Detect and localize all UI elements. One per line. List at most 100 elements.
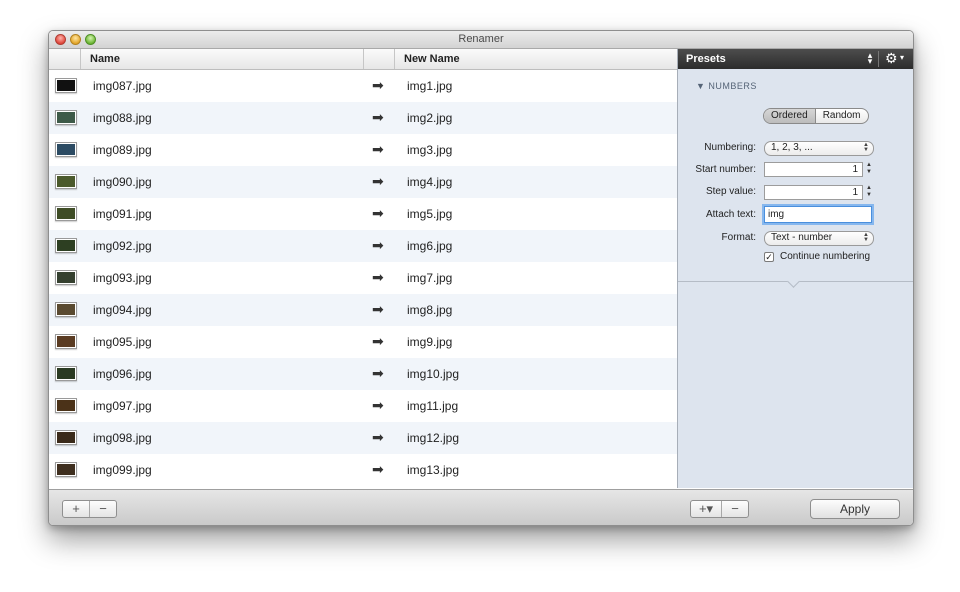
updown-icon: ▲ ▼ (863, 142, 869, 153)
column-header-new-name[interactable]: New Name (404, 53, 460, 65)
segment-ordered[interactable]: Ordered (764, 109, 816, 123)
thumbnail-image (55, 302, 77, 317)
thumbnail-image (55, 430, 77, 445)
thumbnail-fill (57, 208, 75, 219)
thumbnail-image (55, 398, 77, 413)
table-row[interactable]: img092.jpg ➡ img6.jpg (49, 230, 677, 262)
table-row[interactable]: img089.jpg ➡ img3.jpg (49, 134, 677, 166)
remove-files-button[interactable]: − (89, 501, 116, 517)
thumbnail-image (55, 366, 77, 381)
arrow-right-icon: ➡ (372, 301, 384, 317)
file-name: img087.jpg (93, 79, 152, 93)
gear-icon[interactable]: ⚙ (885, 50, 898, 67)
thumbnail-fill (57, 144, 75, 155)
file-list-pane: Name New Name img087.jpg ➡ img1.jpg img088.… (49, 49, 677, 488)
step-value-label: Step value: (705, 186, 756, 197)
table-row[interactable]: img096.jpg ➡ img10.jpg (49, 358, 677, 390)
new-file-name: img1.jpg (407, 79, 453, 93)
add-rule-menu-button[interactable]: +▾ (691, 501, 721, 517)
step-value-field[interactable]: 1 (764, 185, 863, 200)
thumbnail-fill (57, 272, 75, 283)
file-table: img087.jpg ➡ img1.jpg img088.jpg ➡ img2.jpg im… (49, 70, 677, 486)
new-file-name: img9.jpg (407, 335, 453, 349)
table-row[interactable]: img099.jpg ➡ img13.jpg (49, 454, 677, 486)
arrow-right-icon: ➡ (372, 237, 384, 253)
continue-numbering-checkbox[interactable]: ✓ (764, 252, 774, 262)
presets-bar: Presets ▴ ▾ ⚙ ▾ (678, 49, 913, 69)
format-label: Format: (721, 232, 756, 243)
table-row[interactable]: img093.jpg ➡ img7.jpg (49, 262, 677, 294)
table-row[interactable]: img095.jpg ➡ img9.jpg (49, 326, 677, 358)
format-popup[interactable]: Text - number ▲ ▼ (764, 231, 874, 246)
arrow-right-icon: ➡ (372, 429, 384, 445)
thumbnail-image (55, 206, 77, 221)
file-name: img094.jpg (93, 303, 152, 317)
arrow-right-icon: ➡ (372, 365, 384, 381)
file-name: img095.jpg (93, 335, 152, 349)
table-row[interactable]: img098.jpg ➡ img12.jpg (49, 422, 677, 454)
section-numbers-disclosure[interactable]: ▼ NUMBERS (696, 81, 757, 91)
table-row[interactable]: img088.jpg ➡ img2.jpg (49, 102, 677, 134)
thumbnail-fill (57, 432, 75, 443)
thumbnail-fill (57, 112, 75, 123)
file-name: img093.jpg (93, 271, 152, 285)
divider-notch (787, 275, 800, 288)
new-file-name: img4.jpg (407, 175, 453, 189)
table-row[interactable]: img094.jpg ➡ img8.jpg (49, 294, 677, 326)
table-row[interactable]: img091.jpg ➡ img5.jpg (49, 198, 677, 230)
mode-segmented-control[interactable]: Ordered Random (763, 108, 869, 124)
numbering-popup[interactable]: 1, 2, 3, ... ▲ ▼ (764, 141, 874, 156)
presets-popup[interactable]: Presets (686, 53, 726, 65)
file-name: img097.jpg (93, 399, 152, 413)
attach-text-label: Attach text: (705, 209, 756, 220)
apply-button[interactable]: Apply (810, 499, 900, 519)
chevron-down-icon[interactable]: ▾ (900, 53, 904, 62)
new-file-name: img12.jpg (407, 431, 460, 445)
step-value-stepper[interactable]: ▲ ▼ (865, 185, 873, 200)
thumbnail-image (55, 174, 77, 189)
table-row[interactable]: img087.jpg ➡ img1.jpg (49, 70, 677, 102)
remove-rule-button[interactable]: − (721, 501, 748, 517)
segment-random[interactable]: Random (816, 109, 868, 123)
updown-icon: ▲ ▼ (863, 232, 869, 243)
thumbnail-fill (57, 400, 75, 411)
start-number-stepper[interactable]: ▲ ▼ (865, 162, 873, 177)
table-row[interactable]: img090.jpg ➡ img4.jpg (49, 166, 677, 198)
file-name: img089.jpg (93, 143, 152, 157)
numbering-label: Numbering: (704, 142, 756, 153)
presets-updown-icon[interactable]: ▴ ▾ (866, 51, 874, 66)
thumbnail-fill (57, 80, 75, 91)
file-name: img096.jpg (93, 367, 152, 381)
file-name: img091.jpg (93, 207, 152, 221)
attach-text-field[interactable]: img (764, 206, 872, 223)
new-file-name: img2.jpg (407, 111, 453, 125)
arrow-right-icon: ➡ (372, 109, 384, 125)
thumbnail-fill (57, 368, 75, 379)
new-file-name: img5.jpg (407, 207, 453, 221)
thumbnail-fill (57, 464, 75, 475)
thumbnail-image (55, 78, 77, 93)
file-name: img099.jpg (93, 463, 152, 477)
new-file-name: img13.jpg (407, 463, 460, 477)
new-file-name: img7.jpg (407, 271, 453, 285)
new-file-name: img11.jpg (407, 399, 459, 413)
thumbnail-image (55, 462, 77, 477)
new-file-name: img10.jpg (407, 367, 460, 381)
thumbnail-fill (57, 176, 75, 187)
preset-buttons: +▾ − (690, 500, 749, 518)
continue-numbering-label[interactable]: Continue numbering (780, 251, 870, 262)
arrow-right-icon: ➡ (372, 461, 384, 477)
new-file-name: img8.jpg (407, 303, 453, 317)
column-header-name[interactable]: Name (90, 53, 120, 65)
thumbnail-fill (57, 240, 75, 251)
thumbnail-image (55, 110, 77, 125)
presets-pane: Presets ▴ ▾ ⚙ ▾ ▼ NUMBERS Ordered Random … (677, 49, 913, 488)
add-files-button[interactable]: + (63, 501, 89, 517)
thumbnail-image (55, 238, 77, 253)
start-number-field[interactable]: 1 (764, 162, 863, 177)
table-row[interactable]: img097.jpg ➡ img11.jpg (49, 390, 677, 422)
arrow-right-icon: ➡ (372, 141, 384, 157)
arrow-right-icon: ➡ (372, 269, 384, 285)
arrow-right-icon: ➡ (372, 333, 384, 349)
file-name: img088.jpg (93, 111, 152, 125)
